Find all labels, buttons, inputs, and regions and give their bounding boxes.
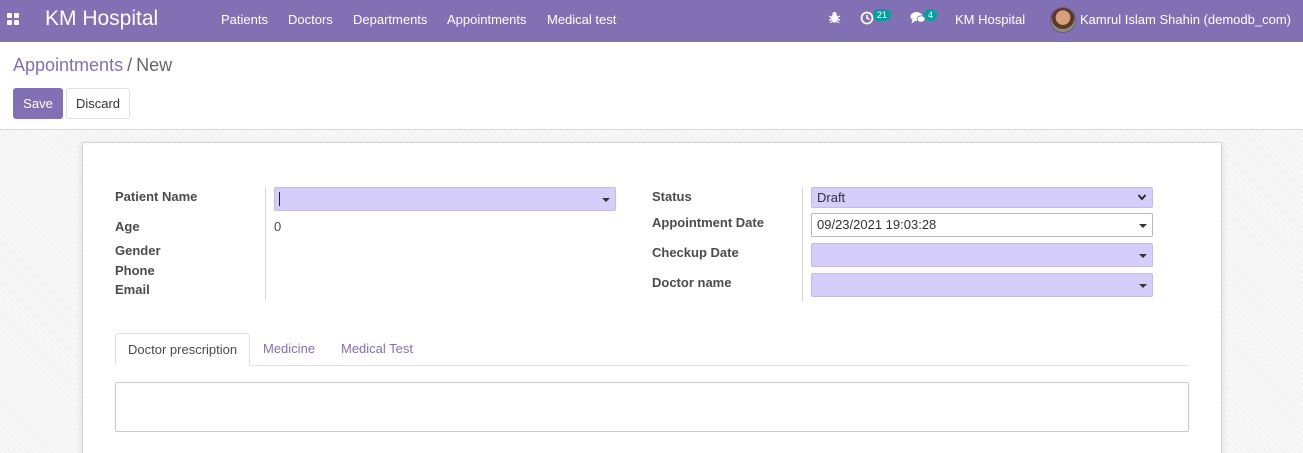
debug-bug-icon[interactable] — [828, 11, 841, 27]
dropdown-caret-icon — [1139, 254, 1147, 258]
text-cursor — [279, 192, 280, 206]
doctor-name-label: Doctor name — [652, 275, 732, 290]
app-name[interactable]: KM Hospital — [45, 7, 158, 31]
user-avatar[interactable] — [1050, 7, 1076, 33]
menu-departments[interactable]: Departments — [353, 12, 427, 27]
patient-name-label: Patient Name — [115, 189, 198, 204]
menu-patients[interactable]: Patients — [221, 12, 268, 27]
messages-badge: 4 — [924, 9, 938, 21]
menu-doctors[interactable]: Doctors — [288, 12, 333, 27]
menu-medical-test[interactable]: Medical test — [547, 12, 616, 27]
appointment-date-label: Appointment Date — [652, 215, 764, 230]
user-menu[interactable]: Kamrul Islam Shahin (demodb_com) — [1080, 12, 1291, 27]
checkup-date-label: Checkup Date — [652, 245, 739, 260]
company-switcher[interactable]: KM Hospital — [955, 12, 1025, 27]
menu-appointments[interactable]: Appointments — [447, 12, 527, 27]
status-label: Status — [652, 189, 692, 204]
patient-name-input[interactable] — [274, 187, 616, 211]
right-group-separator — [802, 187, 803, 302]
activity-badge: 21 — [873, 9, 892, 21]
top-navbar: KM Hospital Patients Doctors Departments… — [0, 0, 1303, 42]
chevron-down-icon — [1137, 190, 1147, 209]
appointment-date-input[interactable]: 09/23/2021 19:03:28 — [811, 213, 1153, 237]
dropdown-caret-icon — [602, 198, 610, 202]
dropdown-caret-icon — [1139, 224, 1147, 228]
discard-button[interactable]: Discard — [66, 88, 130, 119]
age-label: Age — [115, 219, 140, 234]
tab-medicine[interactable]: Medicine — [251, 333, 327, 366]
status-select[interactable]: Draft — [811, 187, 1153, 208]
checkup-date-input[interactable] — [811, 243, 1153, 267]
breadcrumb-appointments-link[interactable]: Appointments — [13, 55, 123, 75]
save-button[interactable]: Save — [13, 88, 63, 119]
tab-doctor-prescription[interactable]: Doctor prescription — [115, 333, 251, 366]
age-value: 0 — [274, 219, 282, 234]
tab-medical-test[interactable]: Medical Test — [329, 333, 425, 366]
apps-menu-icon[interactable] — [7, 13, 19, 25]
breadcrumb-current: New — [136, 55, 173, 75]
gender-label: Gender — [115, 243, 161, 258]
breadcrumb: Appointments / New — [13, 55, 172, 76]
activity-clock-icon[interactable] — [860, 11, 874, 28]
left-group-separator — [265, 187, 266, 300]
dropdown-caret-icon — [1139, 284, 1147, 288]
phone-label: Phone — [115, 263, 155, 278]
prescription-textarea[interactable] — [115, 382, 1189, 432]
doctor-name-input[interactable] — [811, 273, 1153, 297]
breadcrumb-separator: / — [127, 55, 133, 75]
email-label: Email — [115, 282, 150, 297]
